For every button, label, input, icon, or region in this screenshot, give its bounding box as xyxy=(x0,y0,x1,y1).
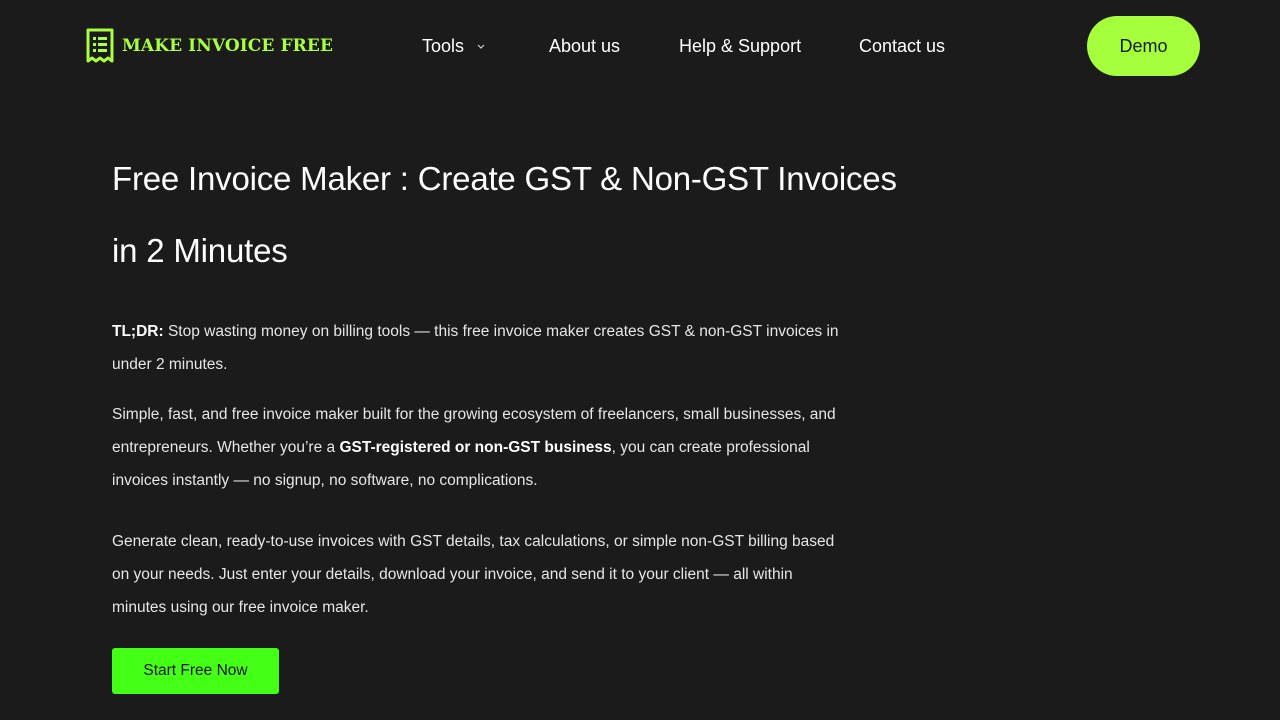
intro-paragraph: Simple, fast, and free invoice maker bui… xyxy=(112,398,842,497)
receipt-icon xyxy=(86,28,114,63)
nav-item-label: Contact us xyxy=(859,36,946,56)
chevron-down-icon xyxy=(477,44,485,49)
nav-item-label: About us xyxy=(549,36,621,56)
tldr-text: Stop wasting money on billing tools — th… xyxy=(112,323,839,373)
brand-logo[interactable]: MAKE INVOICE FREE xyxy=(84,27,333,65)
nav-item-help-support[interactable]: Help & Support xyxy=(679,34,801,58)
hero-section: Free Invoice Maker : Create GST & Non-GS… xyxy=(112,143,897,694)
site-header: MAKE INVOICE FREE Tools About us Help & … xyxy=(0,0,1280,92)
nav-item-tools[interactable]: Tools xyxy=(422,34,486,58)
page-title: Free Invoice Maker : Create GST & Non-GS… xyxy=(112,160,897,269)
nav-item-label: Tools xyxy=(422,36,465,56)
description-paragraph: Generate clean, ready-to-use invoices wi… xyxy=(112,533,835,616)
start-free-now-button[interactable]: Start Free Now xyxy=(112,648,279,694)
nav-item-about-us[interactable]: About us xyxy=(549,34,620,58)
nav-item-contact-us[interactable]: Contact us xyxy=(859,34,945,58)
intro-text-highlight: GST-registered or non-GST business xyxy=(339,439,612,456)
tldr-label: TL;DR: xyxy=(112,323,164,340)
demo-button[interactable]: Demo xyxy=(1087,16,1200,76)
tldr-paragraph: TL;DR: Stop wasting money on billing too… xyxy=(112,315,842,381)
brand-name: MAKE INVOICE FREE xyxy=(122,36,334,56)
nav-item-label: Help & Support xyxy=(679,36,802,56)
